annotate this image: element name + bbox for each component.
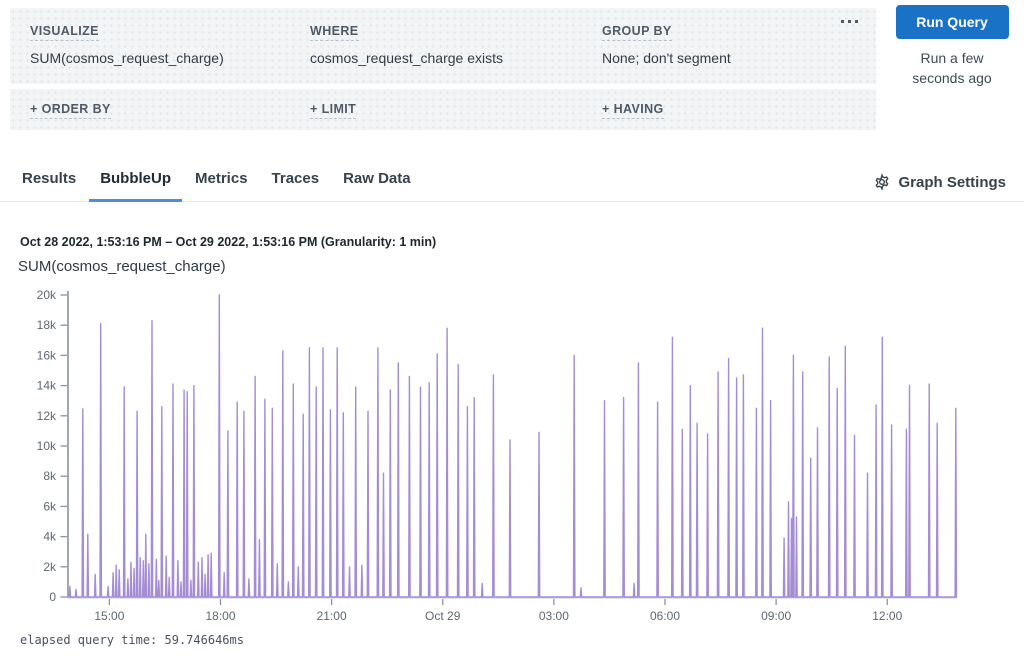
y-axis-tick-label: 0 <box>49 590 56 604</box>
where-value[interactable]: cosmos_request_charge exists <box>310 50 602 66</box>
y-axis-tick-label: 8k <box>43 469 57 483</box>
y-axis-tick-label: 14k <box>37 379 57 393</box>
add-order-by-button[interactable]: + ORDER BY <box>30 102 111 119</box>
chart-title: SUM(cosmos_request_charge) <box>18 258 226 275</box>
time-range-label: Oct 28 2022, 1:53:16 PM – Oct 29 2022, 1… <box>20 235 436 249</box>
run-query-area: Run Query Run a few seconds ago <box>886 5 1018 88</box>
run-status-line1: Run a few <box>886 49 1018 69</box>
query-add-clauses-row: + ORDER BY + LIMIT + HAVING <box>10 89 876 130</box>
x-axis-tick-label: Oct 29 <box>425 609 461 623</box>
ellipsis-icon <box>855 20 858 23</box>
timeseries-chart-svg[interactable]: 0 2k 4k 6k 8k 10k 12k 14k 16k 18k 20k 15:00 18:00 21:… <box>0 283 1024 633</box>
timeseries-chart[interactable]: 0 2k 4k 6k 8k 10k 12k 14k 16k 18k 20k 15:00 18:00 21:… <box>0 283 1024 633</box>
x-axis-tick-label: 15:00 <box>94 609 124 623</box>
y-axis-tick-label: 6k <box>43 499 57 513</box>
ellipsis-icon <box>848 20 851 23</box>
visualize-clause[interactable]: VISUALIZE SUM(cosmos_request_charge) <box>30 22 310 84</box>
graph-settings-button[interactable]: Graph Settings <box>873 173 1006 201</box>
x-axis-tick-label: 18:00 <box>205 609 235 623</box>
results-tab-bar: Results BubbleUp Metrics Traces Raw Data… <box>0 162 1024 202</box>
tab-traces[interactable]: Traces <box>261 170 331 202</box>
run-query-button[interactable]: Run Query <box>896 5 1009 39</box>
query-builder-panel: VISUALIZE SUM(cosmos_request_charge) WHE… <box>10 8 876 130</box>
elapsed-query-time: elapsed query time: 59.746646ms <box>20 633 244 647</box>
query-clauses-row: VISUALIZE SUM(cosmos_request_charge) WHE… <box>10 8 876 84</box>
where-label[interactable]: WHERE <box>310 24 359 41</box>
tab-raw-data[interactable]: Raw Data <box>332 170 422 202</box>
more-options-button[interactable] <box>837 16 862 27</box>
gear-icon <box>873 173 891 191</box>
x-axis-tick-label: 06:00 <box>650 609 680 623</box>
tab-metrics[interactable]: Metrics <box>184 170 259 202</box>
y-axis-tick-label: 18k <box>37 318 57 332</box>
y-axis-tick-label: 4k <box>43 530 57 544</box>
visualize-label[interactable]: VISUALIZE <box>30 24 99 41</box>
x-axis-tick-label: 21:00 <box>317 609 347 623</box>
visualize-value[interactable]: SUM(cosmos_request_charge) <box>30 50 310 66</box>
y-axis-tick-label: 10k <box>37 439 57 453</box>
y-axis-tick-label: 20k <box>37 288 57 302</box>
group-by-label[interactable]: GROUP BY <box>602 24 672 41</box>
graph-settings-label: Graph Settings <box>898 174 1006 191</box>
series-line[interactable] <box>68 295 957 597</box>
x-axis-tick-label: 12:00 <box>872 609 902 623</box>
y-axis-tick-label: 2k <box>43 560 57 574</box>
group-by-clause[interactable]: GROUP BY None; don't segment <box>602 22 896 84</box>
tab-results[interactable]: Results <box>11 170 87 202</box>
y-axis-tick-label: 16k <box>37 348 57 362</box>
x-axis-tick-label: 09:00 <box>761 609 791 623</box>
run-status: Run a few seconds ago <box>886 49 1018 88</box>
run-status-line2: seconds ago <box>886 69 1018 89</box>
add-limit-button[interactable]: + LIMIT <box>310 102 356 119</box>
ellipsis-icon <box>841 20 844 23</box>
group-by-value[interactable]: None; don't segment <box>602 50 896 66</box>
add-having-button[interactable]: + HAVING <box>602 102 664 119</box>
x-axis-tick-label: 03:00 <box>539 609 569 623</box>
where-clause[interactable]: WHERE cosmos_request_charge exists <box>310 22 602 84</box>
tab-bubbleup[interactable]: BubbleUp <box>89 170 182 202</box>
y-axis-tick-label: 12k <box>37 409 57 423</box>
